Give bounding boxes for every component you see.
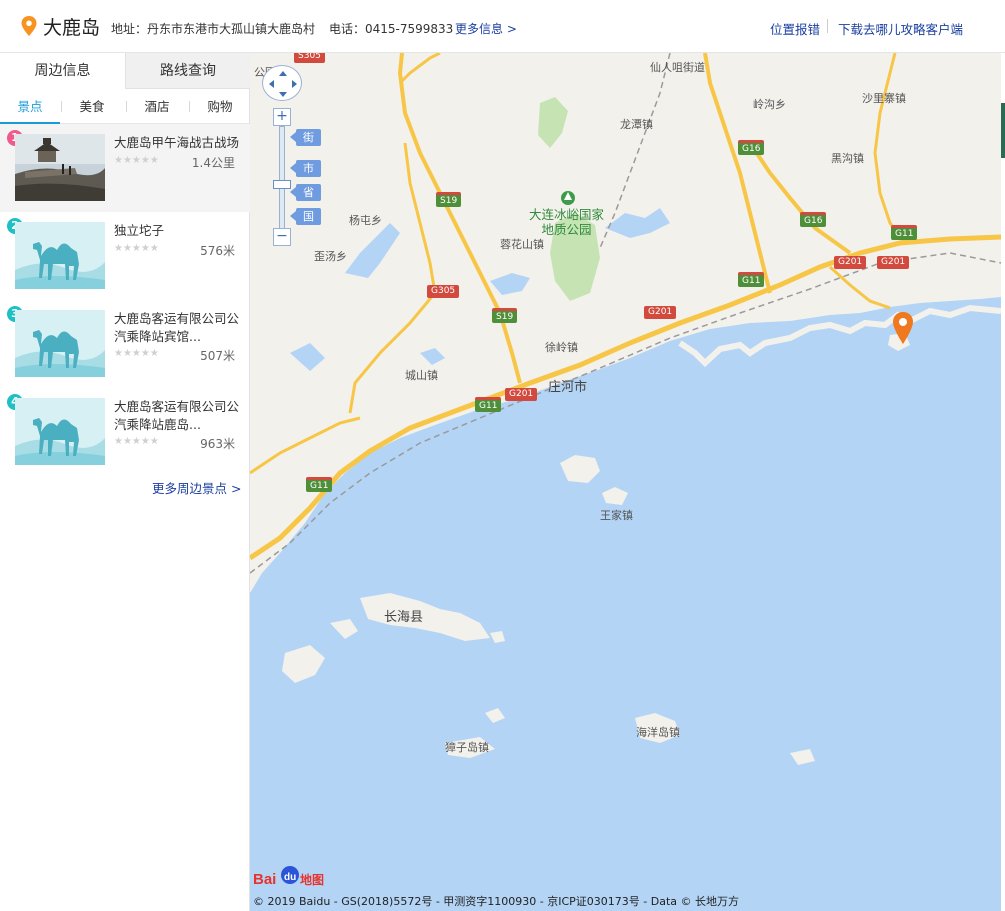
poi-item[interactable]: 3 大鹿岛客运有限公司公汽乘降站宾馆... ★★★★★ 507米 (0, 300, 250, 388)
map-label: 杨屯乡 (349, 214, 382, 227)
poi-photo (15, 134, 105, 201)
more-nearby-sights-link[interactable]: 更多周边景点 > (152, 478, 241, 497)
road-shield: G16 (738, 140, 765, 155)
sidebar-tabs: 周边信息 路线查询 (0, 53, 250, 89)
poi-distance: 507米 (200, 349, 235, 363)
location-pin-icon (21, 16, 37, 36)
poi-rating-stars: ★★★★★ (114, 436, 159, 447)
map-label-park: 大连冰峪国家 地质公园 (529, 207, 605, 237)
map-label: 沙里寨镇 (862, 92, 906, 105)
map-label: 仙人咀街道 (650, 61, 705, 74)
map-label: 庄河市 (548, 380, 588, 395)
page-edge (1001, 53, 1005, 911)
road-shield: G201 (834, 256, 867, 269)
map-label: 歪汤乡 (314, 250, 347, 263)
category-tabs: 景点 美食 酒店 购物 (0, 89, 250, 124)
sidebar: 周边信息 路线查询 景点 美食 酒店 购物 1 大鹿岛甲午海战古战场 ★★★★★… (0, 53, 250, 911)
address-text: 地址：丹东市东港市大孤山镇大鹿岛村 (111, 22, 316, 36)
map-label: 岭沟乡 (753, 98, 786, 111)
poi-rating-stars: ★★★★★ (114, 348, 159, 359)
header: 大鹿岛 地址：丹东市东港市大孤山镇大鹿岛村 电话：0415-7599833 更多… (0, 0, 1005, 53)
road-shield: S19 (436, 192, 462, 207)
map-label: 龙潭镇 (620, 118, 653, 131)
svg-text:du: du (284, 872, 296, 883)
category-sights[interactable]: 景点 (0, 89, 60, 124)
road-shield: G16 (800, 212, 827, 227)
poi-name: 大鹿岛甲午海战古战场 (114, 135, 240, 150)
edge-accent (1001, 103, 1005, 158)
report-location-link[interactable]: 位置报错 (770, 19, 820, 38)
camel-placeholder-icon (15, 310, 105, 377)
map-label: 獐子岛镇 (445, 741, 489, 754)
zoom-in-button[interactable]: + (273, 108, 291, 126)
poi-item[interactable]: 4 大鹿岛客运有限公司公汽乘降站鹿岛... ★★★★★ 963米 (0, 388, 250, 476)
download-app-link[interactable]: 下载去哪儿攻略客户端 (838, 19, 963, 38)
camel-placeholder-icon (15, 398, 105, 465)
category-hotel[interactable]: 酒店 (127, 89, 187, 124)
map-view[interactable]: S305 G16 S19 G16 G11 G305 G201 G201 G11 … (250, 53, 1001, 911)
pan-arrows-icon (269, 71, 297, 97)
map-label: 王家镇 (600, 509, 633, 522)
tab-route[interactable]: 路线查询 (125, 53, 250, 89)
zoom-level-country[interactable]: 国 (290, 208, 321, 225)
road-shield: G11 (738, 272, 765, 287)
baidu-logo-icon: Bai du 地图 (253, 866, 324, 888)
road-shield: G11 (891, 225, 918, 240)
zoom-slider-track[interactable] (279, 126, 285, 230)
category-food[interactable]: 美食 (62, 89, 122, 124)
zoom-level-street[interactable]: 街 (290, 129, 321, 146)
svg-text:地图: 地图 (300, 872, 324, 887)
category-shopping[interactable]: 购物 (190, 89, 250, 124)
map-copyright: © 2019 Baidu - GS(2018)5572号 - 甲测资字11009… (253, 895, 740, 908)
road-shield: G201 (877, 256, 910, 269)
map-label: 蓉花山镇 (500, 238, 544, 251)
map-label: 城山镇 (405, 369, 438, 382)
more-info-link[interactable]: 更多信息 > (455, 20, 517, 37)
zoom-level-province[interactable]: 省 (290, 184, 321, 201)
tab-nearby[interactable]: 周边信息 (0, 53, 125, 89)
road-shield: G201 (505, 388, 538, 401)
map-label: 黑沟镇 (831, 152, 864, 165)
poi-item[interactable]: 1 大鹿岛甲午海战古战场 ★★★★★ 1.4公里 (0, 124, 250, 212)
pan-control[interactable] (262, 65, 302, 101)
map-label: 长海县 (384, 610, 424, 625)
poi-distance: 576米 (200, 244, 235, 258)
road-shield: G11 (306, 477, 333, 492)
header-divider (827, 19, 828, 33)
poi-name: 大鹿岛客运有限公司公汽乘降站鹿岛... (114, 399, 240, 432)
place-title: 大鹿岛 (43, 17, 101, 39)
road-shield: G11 (475, 397, 502, 412)
poi-rating-stars: ★★★★★ (114, 155, 159, 166)
road-shield: S19 (492, 308, 518, 323)
camel-placeholder-icon (15, 222, 105, 289)
poi-name: 独立坨子 (114, 223, 165, 238)
phone-text: 电话：0415-7599833 (329, 22, 454, 36)
poi-name: 大鹿岛客运有限公司公汽乘降站宾馆... (114, 311, 240, 344)
map-canvas (250, 53, 1001, 911)
map-label: 徐岭镇 (545, 341, 578, 354)
svg-text:Bai: Bai (253, 871, 276, 888)
poi-distance: 963米 (200, 437, 235, 451)
poi-rating-stars: ★★★★★ (114, 243, 159, 254)
road-shield: G305 (427, 285, 460, 298)
poi-distance: 1.4公里 (191, 156, 235, 170)
map-label: 海洋岛镇 (636, 726, 680, 739)
zoom-slider-handle[interactable] (273, 180, 291, 189)
poi-item[interactable]: 2 独立坨子 ★★★★★ 576米 (0, 212, 250, 300)
zoom-out-button[interactable]: − (273, 228, 291, 246)
zoom-level-city[interactable]: 市 (290, 160, 321, 177)
road-shield: S305 (294, 53, 325, 63)
road-shield: G201 (644, 306, 677, 319)
location-marker-icon[interactable] (891, 311, 915, 345)
